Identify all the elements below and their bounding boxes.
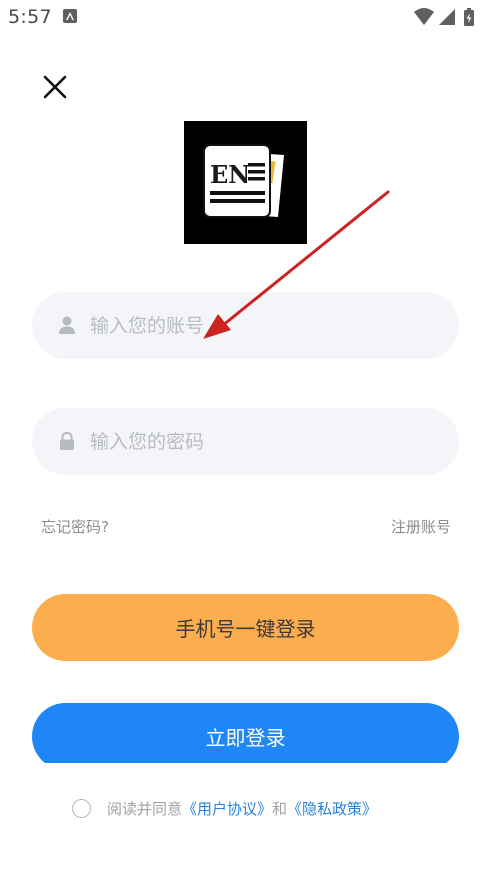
forgot-password-link[interactable]: 忘记密码? — [41, 516, 109, 537]
logo-letters: EN — [210, 160, 250, 189]
agreement-conjunction: 和 — [272, 799, 288, 818]
status-icons — [413, 6, 483, 28]
register-link[interactable]: 注册账号 — [391, 516, 451, 537]
phone-login-button[interactable]: 手机号一键登录 — [32, 594, 459, 661]
close-button[interactable] — [38, 70, 72, 104]
wifi-icon — [414, 8, 434, 25]
password-input[interactable] — [90, 408, 430, 475]
account-input[interactable] — [90, 292, 430, 359]
close-icon — [43, 75, 67, 99]
user-agreement-link[interactable]: 《用户协议》 — [182, 798, 272, 819]
login-button[interactable]: 立即登录 — [32, 703, 459, 770]
battery-charging-icon — [464, 8, 474, 26]
notification-a-icon — [63, 9, 77, 23]
status-bar: 5:57 — [0, 0, 491, 34]
privacy-policy-link[interactable]: 《隐私政策》 — [287, 798, 377, 819]
status-time: 5:57 — [8, 6, 52, 28]
agreement-row: 阅读并同意 《用户协议》 和 《隐私政策》 — [72, 797, 377, 819]
user-icon — [59, 316, 75, 334]
agreement-checkbox[interactable] — [72, 798, 91, 818]
app-logo: EN — [184, 121, 307, 244]
agreement-prefix: 阅读并同意 — [107, 799, 183, 818]
lock-icon — [60, 431, 74, 450]
password-field — [32, 408, 459, 475]
signal-icon — [439, 9, 455, 25]
account-field — [32, 292, 459, 359]
